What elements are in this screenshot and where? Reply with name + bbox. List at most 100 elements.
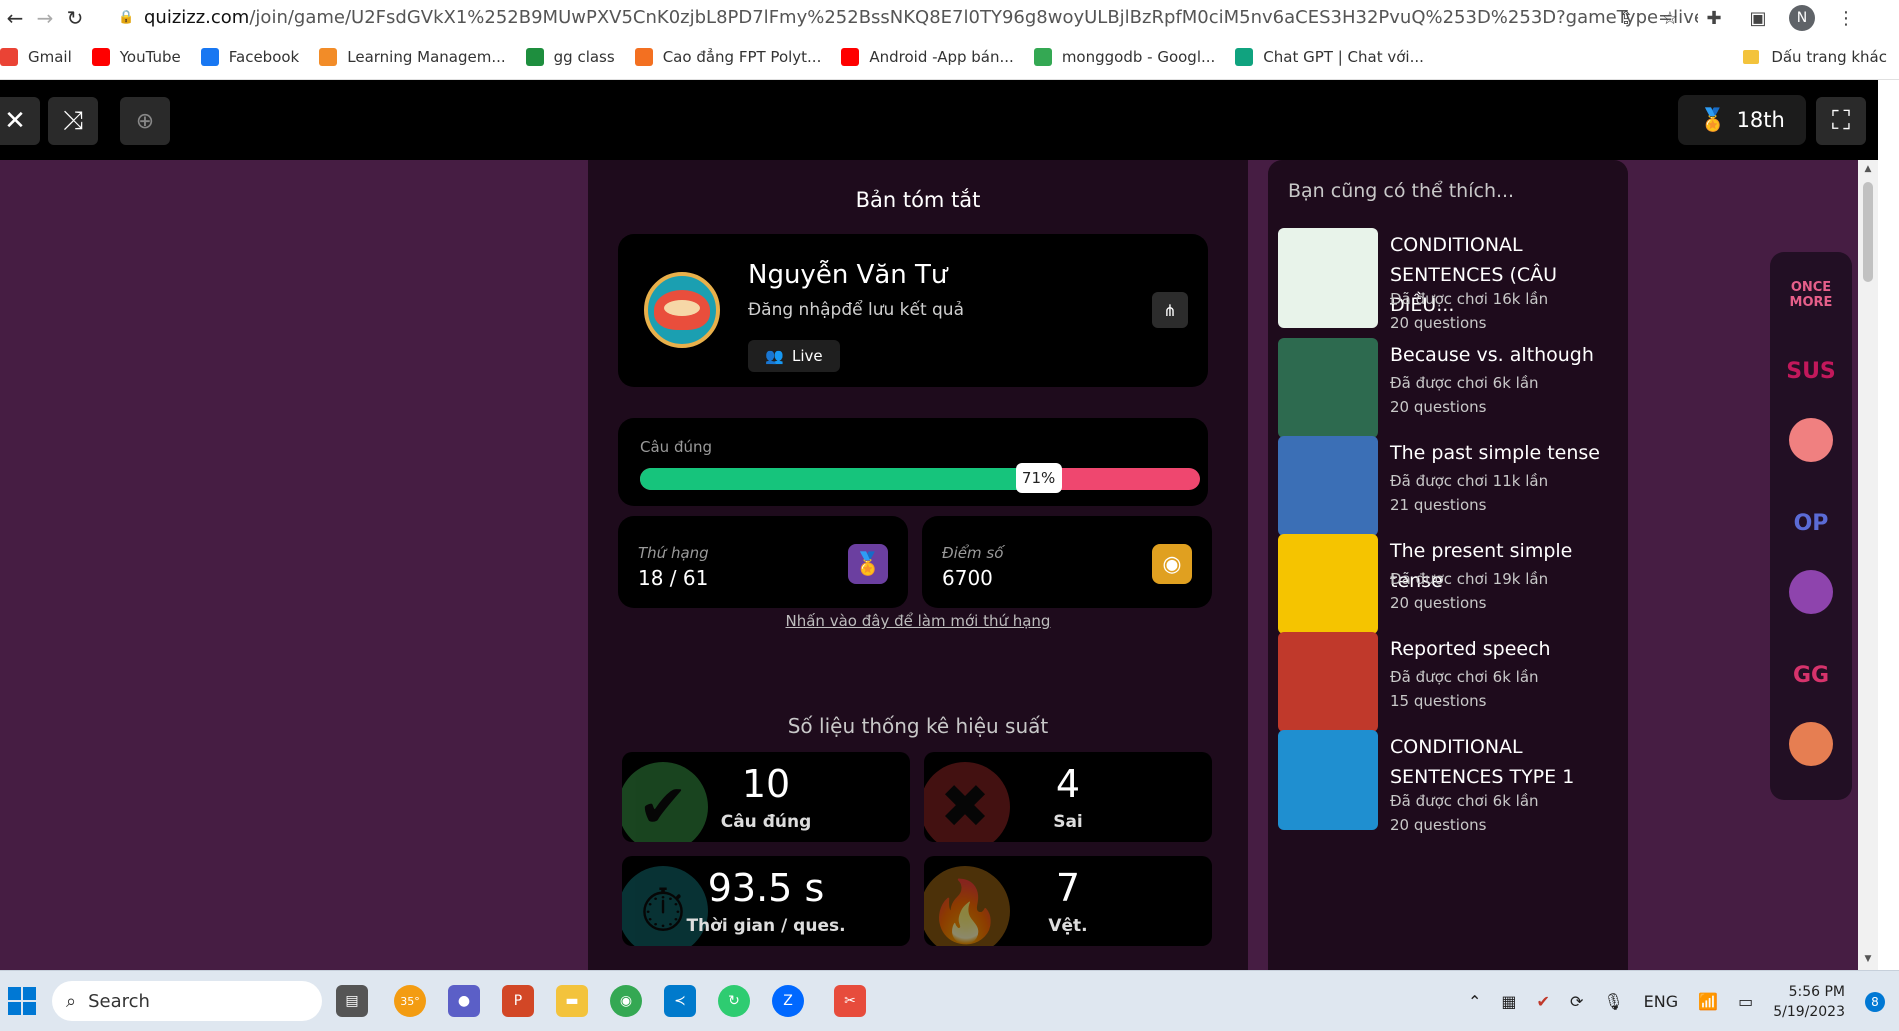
- tray-app-icon[interactable]: ▦: [1501, 992, 1516, 1011]
- tray-red-icon[interactable]: ✔: [1537, 992, 1550, 1011]
- zoom-icon[interactable]: ⊕: [120, 97, 170, 145]
- clock-time: 5:56 PM: [1788, 983, 1845, 1000]
- reaction-sticker[interactable]: SUS: [1782, 342, 1840, 400]
- score-card: Điểm số 6700 ◉: [922, 516, 1212, 608]
- side-panel-icon[interactable]: ▣: [1745, 5, 1771, 31]
- file-explorer-icon[interactable]: ▬: [556, 985, 588, 1017]
- recommendation-card[interactable]: The past simple tense Đã được chơi 11k lầ…: [1278, 436, 1624, 536]
- close-icon[interactable]: ✕: [0, 97, 40, 145]
- reaction-sticker[interactable]: [1789, 570, 1833, 614]
- bookmark-item[interactable]: Gmail: [0, 48, 72, 66]
- other-bookmarks[interactable]: Dấu trang khác: [1743, 44, 1887, 70]
- bookmark-item[interactable]: Learning Managem...: [319, 48, 506, 66]
- medal-icon: 🏅: [848, 544, 888, 584]
- other-bookmarks-label: Dấu trang khác: [1771, 48, 1887, 66]
- rank-value: 18 / 61: [638, 566, 709, 590]
- accuracy-bar-fill: [640, 468, 1038, 490]
- bookmark-item[interactable]: gg class: [525, 48, 615, 66]
- bookmark-item[interactable]: Facebook: [200, 48, 299, 66]
- system-tray: ⌃ ▦ ✔ ⟳ 🎙 ENG 📶 ▭ 5:56 PM 5/19/2023 8: [1468, 971, 1885, 1031]
- bookmark-item[interactable]: Android -App bán...: [841, 48, 1014, 66]
- reaction-sticker[interactable]: [1789, 418, 1833, 462]
- reaction-sticker[interactable]: GG: [1782, 646, 1840, 704]
- folder-icon: [1743, 50, 1760, 64]
- battery-icon[interactable]: ▭: [1738, 992, 1753, 1011]
- forward-icon[interactable]: →: [30, 3, 60, 33]
- recommendation-title: Because vs. although: [1390, 344, 1594, 366]
- fullscreen-icon[interactable]: ⛶: [1816, 97, 1866, 145]
- notification-badge[interactable]: 8: [1865, 991, 1885, 1012]
- stat-streak-label: Vệt.: [1048, 916, 1088, 936]
- profile-card: Nguyễn Văn Tư Đăng nhậpđể lưu kết quả 👥 …: [618, 234, 1208, 387]
- recommendation-questions: 20 questions: [1390, 398, 1487, 416]
- app-icon[interactable]: ↻: [718, 985, 750, 1017]
- recommendation-plays: Đã được chơi 11k lần: [1390, 472, 1549, 490]
- score-value: 6700: [942, 566, 993, 590]
- stat-wrong-label: Sai: [1053, 812, 1083, 832]
- microphone-icon[interactable]: 🎙: [1603, 992, 1623, 1011]
- scroll-thumb[interactable]: [1863, 182, 1873, 282]
- reaction-sticker[interactable]: ONCE MORE: [1782, 266, 1840, 324]
- shuffle-icon[interactable]: ⤨: [48, 97, 98, 145]
- bookmark-item[interactable]: Cao đẳng FPT Polyt...: [634, 48, 822, 66]
- stat-correct: ✔ 10 Câu đúng: [622, 752, 910, 842]
- profile-avatar[interactable]: N: [1789, 5, 1815, 31]
- recommendation-thumbnail: [1278, 436, 1378, 536]
- url-host: quizizz.com: [144, 6, 250, 28]
- chevron-up-icon[interactable]: ⌃: [1468, 992, 1481, 1011]
- refresh-rank-link[interactable]: Nhấn vào đây để làm mới thứ hạng: [588, 612, 1248, 630]
- taskbar-search[interactable]: ⌕ Search: [52, 981, 322, 1021]
- chat-icon[interactable]: ●: [448, 985, 480, 1017]
- recommendations-panel: Bạn cũng có thể thích... CONDITIONAL SEN…: [1268, 160, 1628, 970]
- accuracy-percent-badge: 71%: [1015, 463, 1062, 493]
- recommendation-card[interactable]: Because vs. although Đã được chơi 6k lần 2…: [1278, 338, 1624, 438]
- scroll-down-icon[interactable]: ▼: [1862, 954, 1874, 966]
- reaction-sticker[interactable]: OP: [1782, 494, 1840, 552]
- bookmark-label: monggodb - Googl...: [1061, 48, 1216, 66]
- snipping-tool-icon[interactable]: ✂: [834, 985, 866, 1017]
- wifi-icon[interactable]: 📶: [1698, 992, 1718, 1011]
- sync-icon[interactable]: ⟳: [1570, 992, 1583, 1011]
- bookmark-favicon-icon: [319, 48, 338, 66]
- share-page-icon[interactable]: ⇪: [1613, 5, 1639, 31]
- address-bar[interactable]: 🔒 quizizz.com/join/game/U2FsdGVkX1%252B9…: [118, 0, 1698, 34]
- live-label: Live: [792, 347, 823, 365]
- bookmark-label: Cao đẳng FPT Polyt...: [662, 48, 822, 66]
- player-avatar: [644, 272, 720, 348]
- menu-icon[interactable]: ⋮: [1833, 5, 1859, 31]
- recommendation-card[interactable]: Reported speech Đã được chơi 6k lần 15 que…: [1278, 632, 1624, 732]
- bookmark-item[interactable]: YouTube: [91, 48, 181, 66]
- windows-start-icon[interactable]: [8, 987, 36, 1015]
- bookmark-star-icon[interactable]: ☆: [1657, 5, 1683, 31]
- chrome-icon[interactable]: ◉: [610, 985, 642, 1017]
- stat-time-label: Thời gian / ques.: [686, 916, 846, 936]
- extensions-icon[interactable]: ✚: [1701, 5, 1727, 31]
- recommendation-card[interactable]: CONDITIONAL SENTENCES (CÂU ĐIỀU... Đã đượ…: [1278, 228, 1624, 332]
- recommendation-card[interactable]: The present simple tense Đã được chơi 19k…: [1278, 534, 1624, 634]
- powerpoint-icon[interactable]: P: [502, 985, 534, 1017]
- rank-pill[interactable]: 🏅 18th: [1678, 95, 1806, 145]
- accuracy-label: Câu đúng: [640, 438, 712, 456]
- scroll-up-icon[interactable]: ▲: [1862, 164, 1874, 176]
- clock[interactable]: 5:56 PM 5/19/2023: [1773, 982, 1845, 1022]
- task-view-icon[interactable]: ▤: [336, 985, 368, 1017]
- recommendation-questions: 20 questions: [1390, 594, 1487, 612]
- recommendation-questions: 20 questions: [1390, 314, 1487, 332]
- weather-icon[interactable]: 35°: [394, 985, 426, 1017]
- recommendation-plays: Đã được chơi 6k lần: [1390, 668, 1539, 686]
- bookmark-item[interactable]: monggodb - Googl...: [1033, 48, 1216, 66]
- reaction-sticker[interactable]: [1789, 722, 1833, 766]
- recommendation-thumbnail: [1278, 228, 1378, 328]
- login-to-save-text[interactable]: Đăng nhậpđể lưu kết quả: [748, 300, 964, 320]
- share-button[interactable]: ⋔: [1152, 292, 1188, 328]
- reload-icon[interactable]: ↻: [60, 3, 90, 33]
- recommendation-card[interactable]: CONDITIONAL SENTENCES TYPE 1 Đã được chơi…: [1278, 730, 1624, 834]
- recommendation-title: Reported speech: [1390, 638, 1551, 660]
- zalo-icon[interactable]: Z: [772, 985, 804, 1017]
- page-scrollbar[interactable]: ▲ ▼: [1858, 160, 1878, 970]
- bookmark-item[interactable]: Chat GPT | Chat với...: [1235, 48, 1424, 66]
- back-icon[interactable]: ←: [0, 3, 30, 33]
- vscode-icon[interactable]: ≺: [664, 985, 696, 1017]
- recommendation-questions: 20 questions: [1390, 816, 1487, 834]
- language-indicator[interactable]: ENG: [1644, 992, 1678, 1011]
